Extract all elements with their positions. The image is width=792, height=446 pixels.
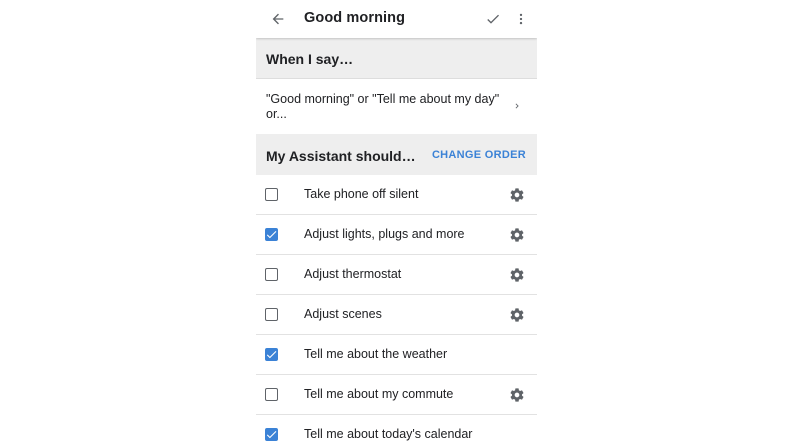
chevron-right-icon [510, 98, 524, 114]
action-label: Tell me about the weather [304, 347, 448, 361]
action-checkbox[interactable] [265, 388, 278, 401]
more-options-button[interactable] [510, 7, 532, 31]
gear-icon[interactable] [508, 226, 526, 244]
arrow-back-icon [272, 13, 284, 25]
action-checkbox[interactable] [265, 348, 278, 361]
when-i-say-header: When I say… [256, 38, 537, 79]
save-button[interactable] [482, 7, 504, 31]
action-checkbox[interactable] [265, 268, 278, 281]
action-label: Adjust scenes [304, 307, 382, 321]
action-label: Adjust thermostat [304, 267, 402, 281]
page-title: Good morning [304, 10, 406, 26]
action-checkbox[interactable] [265, 228, 278, 241]
action-checkbox[interactable] [265, 428, 278, 441]
assistant-should-label: My Assistant should… [266, 148, 416, 164]
when-i-say-label: When I say… [266, 51, 354, 67]
routine-screen: Good morning When I say… "Good morning" … [256, 0, 537, 446]
gear-icon[interactable] [508, 186, 526, 204]
action-label: Tell me about today's calendar [304, 427, 473, 441]
action-list: Take phone off silent Adjust lights, plu… [256, 175, 537, 446]
action-label: Tell me about my commute [304, 387, 454, 401]
back-button[interactable] [266, 7, 290, 31]
change-order-button[interactable]: CHANGE ORDER [432, 149, 526, 161]
gear-icon[interactable] [508, 386, 526, 404]
action-row[interactable]: Tell me about my commute [256, 375, 537, 415]
action-label: Adjust lights, plugs and more [304, 227, 465, 241]
action-row[interactable]: Adjust thermostat [256, 255, 537, 295]
app-bar: Good morning [256, 0, 537, 38]
action-row[interactable]: Tell me about today's calendar [256, 415, 537, 446]
trigger-phrase-text: "Good morning" or "Tell me about my day"… [266, 92, 500, 121]
action-row[interactable]: Adjust scenes [256, 295, 537, 335]
action-row[interactable]: Adjust lights, plugs and more [256, 215, 537, 255]
action-checkbox[interactable] [265, 308, 278, 321]
action-row[interactable]: Take phone off silent [256, 175, 537, 215]
check-icon [487, 14, 499, 24]
gear-icon[interactable] [508, 306, 526, 324]
action-row[interactable]: Tell me about the weather [256, 335, 537, 375]
action-checkbox[interactable] [265, 188, 278, 201]
gear-icon[interactable] [508, 266, 526, 284]
action-label: Take phone off silent [304, 187, 419, 201]
trigger-phrase-row[interactable]: "Good morning" or "Tell me about my day"… [256, 79, 537, 134]
more-vert-icon [519, 13, 523, 25]
assistant-should-header: My Assistant should… CHANGE ORDER [256, 134, 537, 176]
